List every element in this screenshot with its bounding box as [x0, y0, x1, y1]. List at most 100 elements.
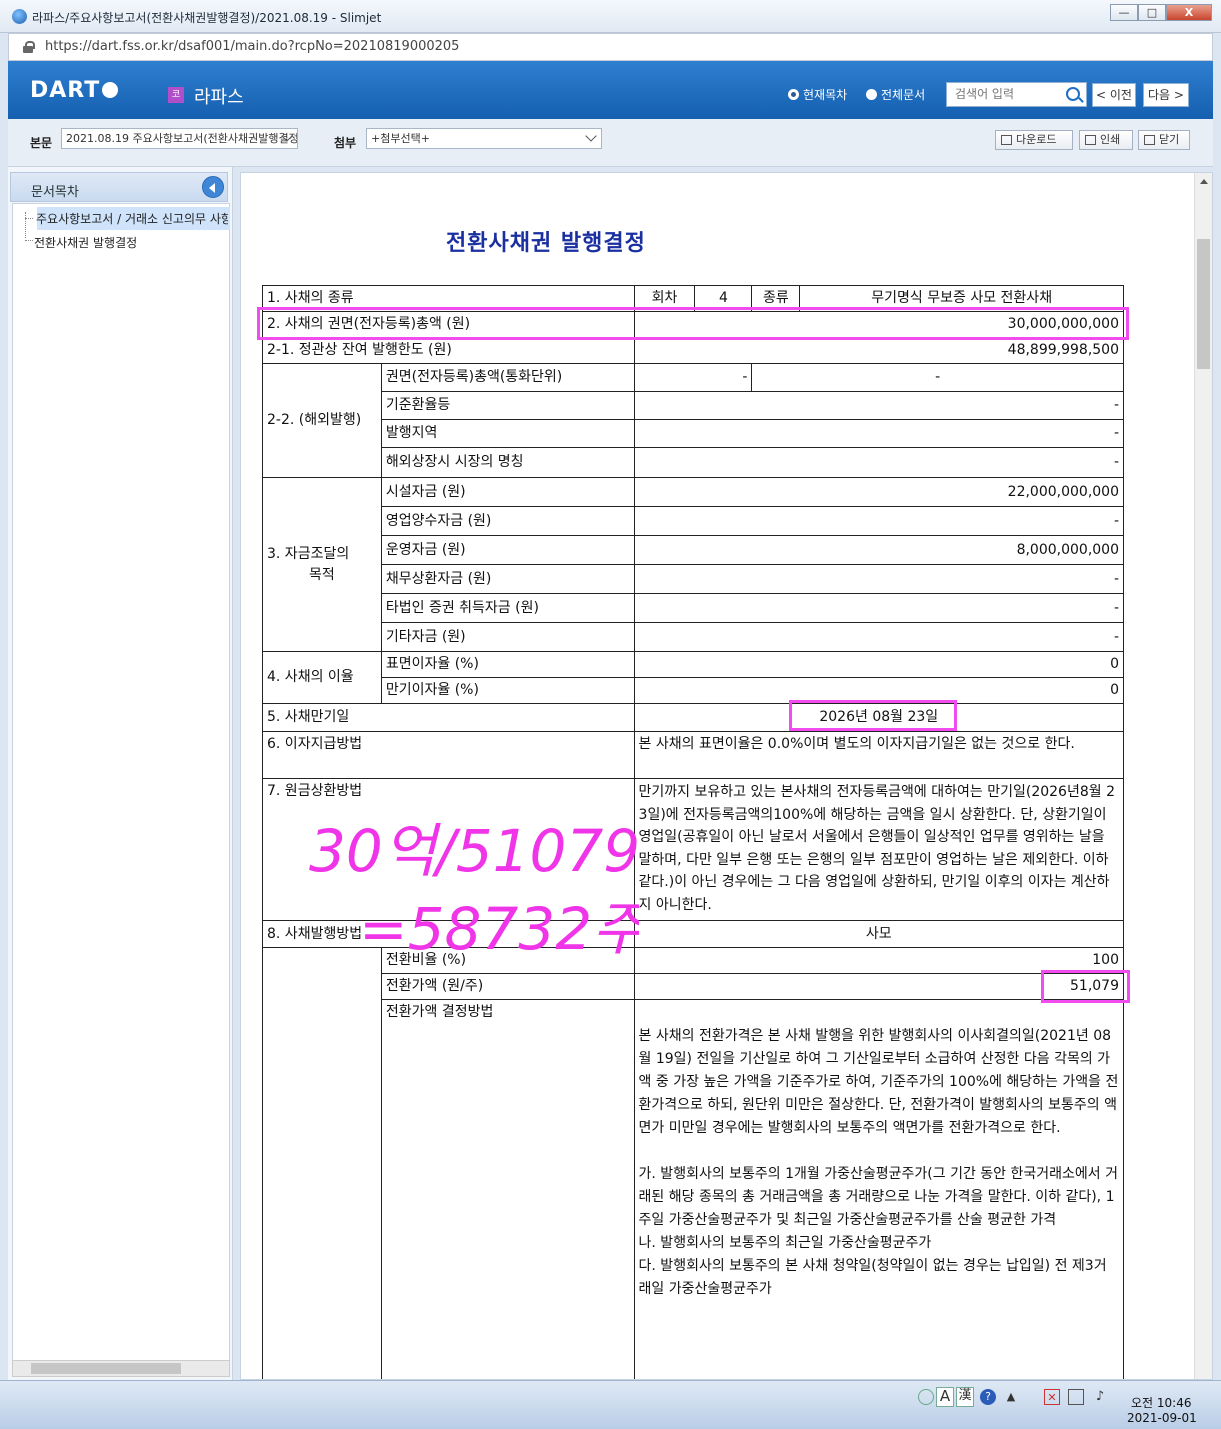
toc-item-cb-decision[interactable]: 전환사채권 발행결정 [34, 234, 137, 251]
speaker-icon[interactable]: ♪ [1092, 1389, 1108, 1405]
clock-date[interactable]: 2021-09-01 [1127, 1411, 1197, 1425]
dart-logo[interactable]: DART [30, 78, 119, 103]
table-row: 3. 자금조달의 목적 시설자금 (원) 22,000,000,000 [262, 477, 1125, 652]
row9c-value: 본 사채의 전환가격은 본 사채 발행을 위한 발행회사의 이사회결의일(202… [633, 999, 1125, 1379]
display-icon[interactable] [1068, 1389, 1084, 1405]
main-doc-label: 본문 [30, 136, 53, 150]
address-bar[interactable]: https://dart.fss.or.kr/dsaf001/main.do?r… [8, 33, 1213, 61]
close-doc-button[interactable]: 닫기 [1138, 130, 1190, 150]
toc-title: 문서목차 [31, 185, 79, 200]
help-icon[interactable]: ? [980, 1389, 996, 1405]
toc-item-report[interactable]: 주요사항보고서 / 거래소 신고의무 사항 [36, 210, 228, 227]
row3f-label: 기타자금 (원) [380, 622, 635, 652]
download-button[interactable]: 다운로드 [995, 130, 1073, 150]
row22a-value2: - [751, 363, 1124, 392]
tree-branch [25, 218, 33, 219]
search-input[interactable] [955, 87, 1060, 101]
row9b-label: 전환가액 (원/주) [380, 973, 635, 1000]
row4b-label: 만기이자율 (%) [380, 677, 635, 704]
toc-horizontal-scrollbar[interactable] [12, 1360, 230, 1377]
chevron-down-icon [585, 130, 597, 142]
row22-label: 2-2. (해외발행) [262, 363, 382, 478]
chevron-up-icon[interactable]: ▲ [1003, 1389, 1019, 1405]
next-button[interactable]: 다음 > [1143, 83, 1189, 107]
row22b-value: - [633, 391, 1125, 420]
main-doc-select[interactable]: 2021.08.19 주요사항보고서(전환사채권발행결정) [61, 128, 298, 149]
row9-label-empty [262, 947, 382, 1379]
row3e-value: - [633, 593, 1125, 623]
browser-window: 라파스/주요사항보고서(전환사채권발행결정)/2021.08.19 - Slim… [0, 0, 1221, 1429]
row21-label: 2-1. 정관상 잔여 발행한도 (원) [262, 337, 635, 364]
prev-button[interactable]: < 이전 [1092, 83, 1136, 107]
highlight-box-maturity [789, 700, 957, 731]
table-row: 7. 원금상환방법 만기까지 보유하고 있는 본사채의 전자등록금액에 대하여는… [262, 778, 1125, 921]
row3-label-line2: 목적 [309, 566, 335, 583]
document-toolbar: 본문 2021.08.19 주요사항보고서(전환사채권발행결정) 첨부 +첨부선… [8, 119, 1213, 167]
dart-header: DART 코 라파스 현재목차 전체문서 < 이전 다음 > [8, 61, 1213, 119]
highlight-box-total-amount [257, 307, 1129, 340]
row5-label: 5. 사채만기일 [262, 703, 635, 732]
row8-label: 8. 사채발행방법 [262, 920, 635, 948]
printer-icon [1085, 135, 1096, 145]
row9c-paragraph: 나. 발행회사의 보통주의 최근일 가중산술평균주가 [638, 1235, 932, 1251]
row3-label-line1: 3. 자금조달의 [267, 545, 350, 562]
table-row: 전환비율 (%) 100 [262, 947, 1125, 1379]
collapse-sidebar-icon[interactable] [202, 176, 224, 198]
table-row: 4. 사채의 이율 표면이자율 (%) 0 [262, 651, 1125, 704]
title-bar: 라파스/주요사항보고서(전환사채권발행결정)/2021.08.19 - Slim… [0, 0, 1221, 33]
table-row: 5. 사채만기일 2026년 08월 23일 [262, 703, 1125, 732]
maximize-button[interactable]: □ [1138, 4, 1166, 21]
row3d-label: 채무상환자금 (원) [380, 564, 635, 594]
scroll-up-icon[interactable] [1200, 179, 1208, 184]
close-doc-label: 닫기 [1159, 133, 1180, 146]
row4a-value: 0 [633, 651, 1125, 678]
radio-current-toc[interactable]: 현재목차 [788, 86, 847, 103]
row9a-label: 전환비율 (%) [380, 947, 635, 974]
table-row: 해외상장시 시장의 명칭 - [263, 447, 1125, 478]
table-row: 전환가액 결정방법 본 사채의 전환가격은 본 사채 발행을 위한 발행회사의 … [263, 999, 1125, 1379]
document-vertical-scrollbar[interactable] [1194, 173, 1212, 1379]
radio-all-label: 전체문서 [881, 88, 926, 102]
scrollbar-thumb[interactable] [1197, 239, 1210, 369]
row3-label: 3. 자금조달의목적 [262, 477, 382, 652]
print-button[interactable]: 인쇄 [1079, 130, 1133, 150]
table-row: 운영자금 (원) 8,000,000,000 [263, 535, 1125, 565]
row22d-value: - [633, 447, 1125, 478]
ime-hanja[interactable]: 漢 [956, 1387, 974, 1407]
radio-selected-icon [788, 89, 799, 100]
radio-all-docs[interactable]: 전체문서 [866, 86, 925, 103]
search-box [946, 82, 1087, 107]
corp-market-badge: 코 [168, 87, 184, 103]
scrollbar-thumb[interactable] [31, 1363, 181, 1374]
windows-taskbar: A 漢 ? ▲ ✕ ♪ 오전 10:46 2021-09-01 [0, 1380, 1221, 1429]
toc-sidebar: 문서목차 주요사항보고서 / 거래소 신고의무 사항 전환사채권 발행결정 [8, 167, 233, 1380]
clock-time[interactable]: 오전 10:46 [1131, 1394, 1191, 1411]
network-icon[interactable] [918, 1389, 934, 1405]
row9c-label: 전환가액 결정방법 [380, 999, 635, 1379]
row3b-label: 영업양수자금 (원) [380, 506, 635, 536]
table-row: 2-1. 정관상 잔여 발행한도 (원) 48,899,998,500 [262, 337, 1125, 364]
table-row: 기준환율등 - [263, 391, 1125, 420]
row3d-value: - [633, 564, 1125, 594]
attach-select[interactable]: +첨부선택+ [366, 128, 602, 149]
download-label: 다운로드 [1016, 133, 1057, 146]
table-row: 6. 이자지급방법 본 사채의 표면이율은 0.0%이며 별도의 이자지급기일은… [262, 731, 1125, 779]
table-row: 발행지역 - [263, 419, 1125, 448]
attach-label: 첨부 [334, 136, 357, 150]
close-window-button[interactable]: X [1166, 4, 1212, 21]
row7-value: 만기까지 보유하고 있는 본사채의 전자등록금액에 대하여는 만기일(2026년… [633, 778, 1125, 921]
ime-mode-a[interactable]: A [936, 1387, 954, 1407]
search-icon[interactable] [1066, 87, 1080, 101]
row3b-value: - [633, 506, 1125, 536]
minimize-button[interactable]: — [1110, 4, 1138, 21]
url-text[interactable]: https://dart.fss.or.kr/dsaf001/main.do?r… [45, 39, 459, 54]
row3f-value: - [633, 622, 1125, 652]
row22c-value: - [633, 419, 1125, 448]
highlight-box-conversion-price [1041, 970, 1130, 1003]
action-center-icon[interactable]: ✕ [1044, 1389, 1060, 1405]
row4a-label: 표면이자율 (%) [380, 651, 635, 678]
table-row: 기타자금 (원) - [263, 622, 1125, 652]
tree-branch [25, 240, 33, 241]
row22b-label: 기준환율등 [380, 391, 635, 420]
